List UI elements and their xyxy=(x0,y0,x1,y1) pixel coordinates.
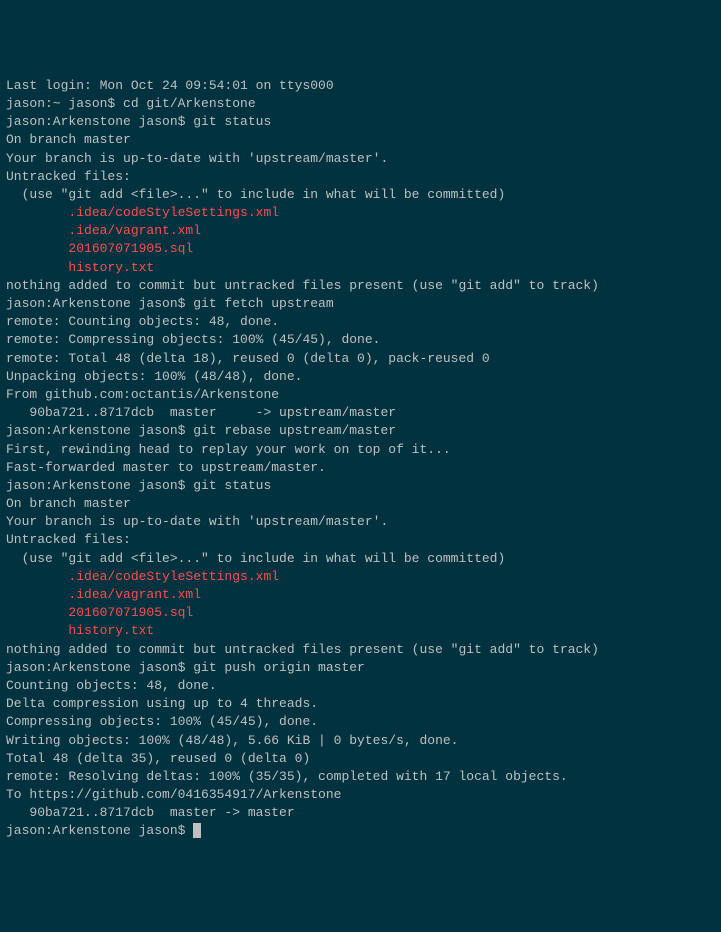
cursor xyxy=(193,823,201,838)
terminal-line: (use "git add <file>..." to include in w… xyxy=(6,550,715,568)
terminal-line: 201607071905.sql xyxy=(6,240,715,258)
terminal-line: Writing objects: 100% (48/48), 5.66 KiB … xyxy=(6,732,715,750)
terminal-line: Unpacking objects: 100% (48/48), done. xyxy=(6,368,715,386)
terminal-line: 90ba721..8717dcb master -> upstream/mast… xyxy=(6,404,715,422)
terminal-line: Compressing objects: 100% (45/45), done. xyxy=(6,713,715,731)
terminal-line: remote: Counting objects: 48, done. xyxy=(6,313,715,331)
terminal-line: Delta compression using up to 4 threads. xyxy=(6,695,715,713)
terminal-line: Untracked files: xyxy=(6,531,715,549)
terminal-line: Fast-forwarded master to upstream/master… xyxy=(6,459,715,477)
terminal-line: Total 48 (delta 35), reused 0 (delta 0) xyxy=(6,750,715,768)
terminal-line: .idea/codeStyleSettings.xml xyxy=(6,204,715,222)
terminal-line: Your branch is up-to-date with 'upstream… xyxy=(6,150,715,168)
terminal-line: history.txt xyxy=(6,259,715,277)
terminal-line: .idea/codeStyleSettings.xml xyxy=(6,568,715,586)
terminal-line: (use "git add <file>..." to include in w… xyxy=(6,186,715,204)
terminal-line: remote: Total 48 (delta 18), reused 0 (d… xyxy=(6,350,715,368)
terminal-line: history.txt xyxy=(6,622,715,640)
terminal-line: jason:Arkenstone jason$ git push origin … xyxy=(6,659,715,677)
terminal-line: First, rewinding head to replay your wor… xyxy=(6,441,715,459)
terminal-line: Counting objects: 48, done. xyxy=(6,677,715,695)
terminal-line: remote: Resolving deltas: 100% (35/35), … xyxy=(6,768,715,786)
terminal-line: Your branch is up-to-date with 'upstream… xyxy=(6,513,715,531)
terminal-output[interactable]: Last login: Mon Oct 24 09:54:01 on ttys0… xyxy=(6,77,715,841)
terminal-line: jason:Arkenstone jason$ git status xyxy=(6,113,715,131)
terminal-line: 201607071905.sql xyxy=(6,604,715,622)
terminal-line: .idea/vagrant.xml xyxy=(6,222,715,240)
terminal-line: nothing added to commit but untracked fi… xyxy=(6,641,715,659)
terminal-line: On branch master xyxy=(6,131,715,149)
terminal-line: nothing added to commit but untracked fi… xyxy=(6,277,715,295)
terminal-line: .idea/vagrant.xml xyxy=(6,586,715,604)
terminal-line: jason:Arkenstone jason$ git fetch upstre… xyxy=(6,295,715,313)
terminal-line: jason:Arkenstone jason$ git rebase upstr… xyxy=(6,422,715,440)
terminal-line: 90ba721..8717dcb master -> master xyxy=(6,804,715,822)
terminal-line: jason:Arkenstone jason$ git status xyxy=(6,477,715,495)
terminal-line: jason:~ jason$ cd git/Arkenstone xyxy=(6,95,715,113)
terminal-line: Untracked files: xyxy=(6,168,715,186)
terminal-line: From github.com:octantis/Arkenstone xyxy=(6,386,715,404)
terminal-line: Last login: Mon Oct 24 09:54:01 on ttys0… xyxy=(6,77,715,95)
terminal-line: remote: Compressing objects: 100% (45/45… xyxy=(6,331,715,349)
terminal-line: To https://github.com/0416354917/Arkenst… xyxy=(6,786,715,804)
terminal-line: On branch master xyxy=(6,495,715,513)
